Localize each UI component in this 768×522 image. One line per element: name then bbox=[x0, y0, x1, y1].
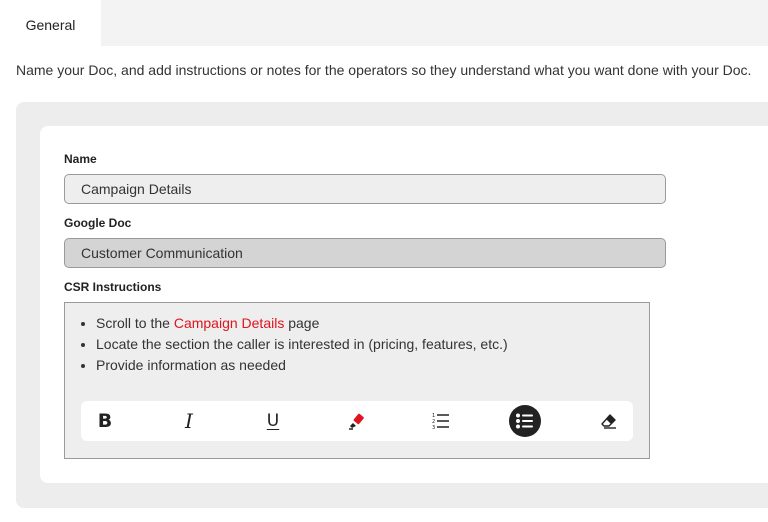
name-field[interactable]: Campaign Details bbox=[64, 174, 666, 204]
ordered-list-button[interactable]: 1 2 3 bbox=[421, 401, 461, 441]
google-doc-label: Google Doc bbox=[64, 216, 132, 230]
name-label: Name bbox=[64, 152, 97, 166]
tab-general[interactable]: General bbox=[0, 0, 101, 46]
csr-instructions-label: CSR Instructions bbox=[64, 280, 162, 294]
intro-text: Name your Doc, and add instructions or n… bbox=[16, 62, 752, 78]
list-item: Locate the section the caller is interes… bbox=[96, 334, 649, 355]
list-item-text: page bbox=[284, 315, 320, 331]
underline-button[interactable]: U bbox=[253, 401, 293, 441]
bold-button[interactable]: B bbox=[85, 401, 125, 441]
clear-format-button[interactable] bbox=[589, 401, 629, 441]
ordered-list-icon: 1 2 3 bbox=[432, 413, 449, 430]
list-item: Provide information as needed bbox=[96, 355, 649, 376]
italic-icon: I bbox=[185, 409, 193, 433]
bulleted-list-icon bbox=[516, 413, 533, 429]
campaign-details-link[interactable]: Campaign Details bbox=[174, 315, 285, 331]
bold-icon: B bbox=[97, 410, 113, 432]
list-item-text: Scroll to the bbox=[96, 315, 174, 331]
editor-toolbar: B I U 1 2 3 bbox=[81, 401, 633, 441]
tab-bar: General bbox=[0, 0, 768, 46]
bulleted-list-button[interactable] bbox=[505, 401, 545, 441]
active-indicator bbox=[509, 405, 541, 437]
svg-text:3: 3 bbox=[432, 425, 435, 430]
eraser-icon bbox=[601, 414, 616, 429]
highlight-button[interactable] bbox=[337, 401, 377, 441]
list-item: Scroll to the Campaign Details page bbox=[96, 313, 649, 334]
highlighter-icon bbox=[349, 413, 364, 430]
csr-instructions-editor[interactable]: Scroll to the Campaign Details page Loca… bbox=[64, 302, 650, 459]
italic-button[interactable]: I bbox=[169, 401, 209, 441]
underline-icon: U bbox=[266, 411, 280, 431]
instructions-list: Scroll to the Campaign Details page Loca… bbox=[65, 313, 649, 376]
google-doc-field[interactable]: Customer Communication bbox=[64, 238, 666, 268]
